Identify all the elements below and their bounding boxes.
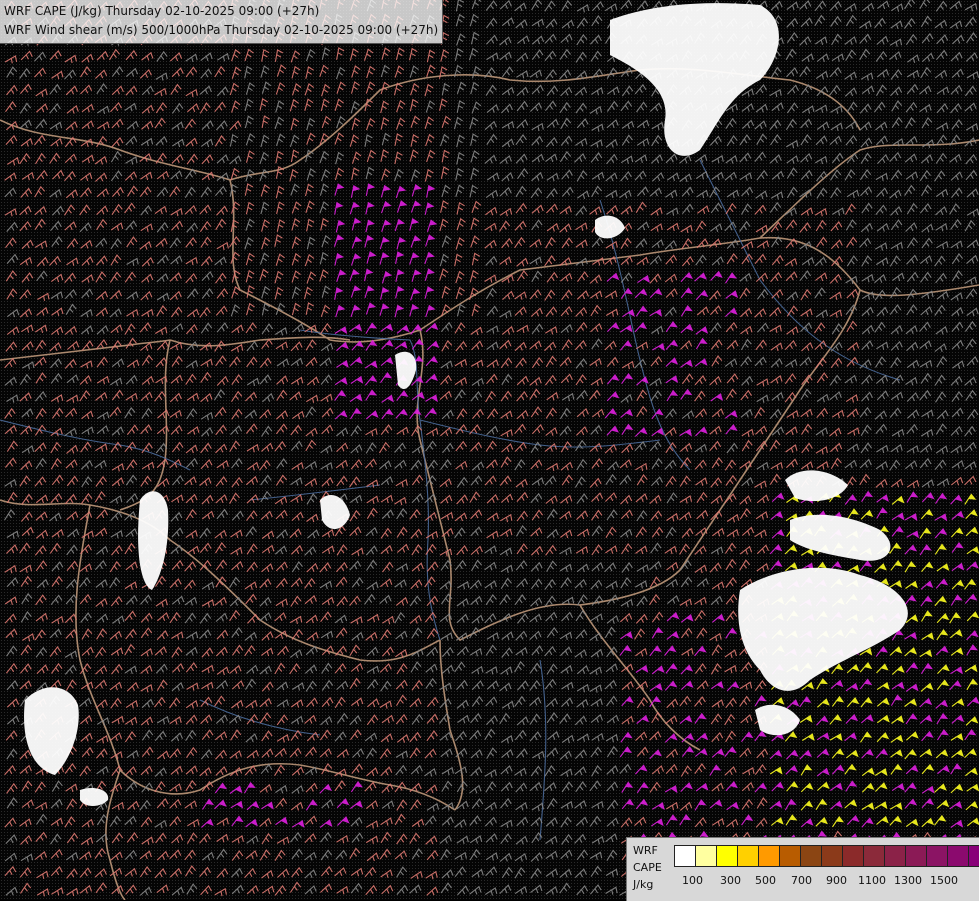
legend-swatch xyxy=(821,845,843,867)
legend-swatch xyxy=(716,845,738,867)
legend-swatch xyxy=(884,845,906,867)
legend-swatch xyxy=(863,845,885,867)
legend-swatch xyxy=(926,845,948,867)
legend-swatch xyxy=(674,845,696,867)
legend-tick: 900 xyxy=(826,874,847,887)
legend-label-source: WRF xyxy=(633,844,658,857)
legend-tick: 300 xyxy=(720,874,741,887)
legend-tick: 100 xyxy=(682,874,703,887)
title-cape: WRF CAPE (J/kg) Thursday 02-10-2025 09:0… xyxy=(4,4,320,18)
legend-swatch xyxy=(968,845,979,867)
legend-swatch xyxy=(842,845,864,867)
legend-swatch xyxy=(695,845,717,867)
title-wind-shear: WRF Wind shear (m/s) 500/1000hPa Thursda… xyxy=(4,23,439,37)
cape-legend: WRF CAPE J/kg 100 300 500 700 900 1100 1… xyxy=(626,837,979,901)
legend-swatches xyxy=(674,845,979,867)
legend-tick: 1100 xyxy=(858,874,886,887)
legend-label-unit: J/kg xyxy=(633,878,654,891)
legend-swatch xyxy=(905,845,927,867)
map-title: WRF CAPE (J/kg) Thursday 02-10-2025 09:0… xyxy=(0,0,444,44)
legend-swatch xyxy=(947,845,969,867)
legend-swatch xyxy=(758,845,780,867)
legend-swatch xyxy=(800,845,822,867)
legend-tick: 1500 xyxy=(930,874,958,887)
legend-tick: 1300 xyxy=(894,874,922,887)
weather-map xyxy=(0,0,979,900)
legend-tick: 500 xyxy=(755,874,776,887)
legend-swatch xyxy=(737,845,759,867)
legend-tick: 700 xyxy=(791,874,812,887)
legend-swatch xyxy=(779,845,801,867)
legend-label-variable: CAPE xyxy=(633,861,662,874)
